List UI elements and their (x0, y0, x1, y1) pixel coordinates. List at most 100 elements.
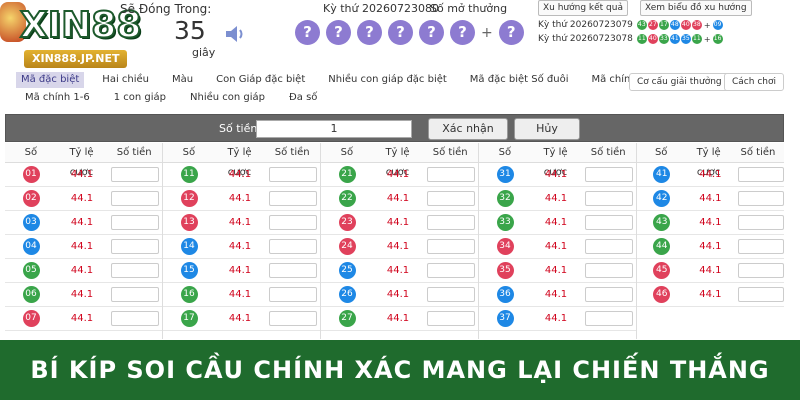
tab-3[interactable]: Con Giáp đặc biệt (211, 72, 310, 88)
amount-input[interactable] (427, 311, 475, 326)
tab-5[interactable]: Mã đặc biệt Số đuôi (465, 72, 574, 88)
number-ball[interactable]: 05 (22, 262, 40, 279)
number-ball[interactable]: 37 (496, 310, 514, 327)
amount-input[interactable] (738, 287, 784, 302)
table-row: 45 44.1 (637, 259, 784, 283)
number-ball[interactable]: 04 (22, 238, 40, 255)
amount-input[interactable] (585, 311, 633, 326)
payout-structure-button[interactable]: Cơ cấu giải thưởng (629, 73, 730, 91)
number-ball[interactable]: 36 (496, 286, 514, 303)
amount-input[interactable] (269, 191, 317, 206)
number-ball[interactable]: 17 (180, 310, 198, 327)
number-ball[interactable]: 35 (496, 262, 514, 279)
number-ball[interactable]: 12 (180, 190, 198, 207)
number-ball[interactable]: 41 (653, 166, 671, 183)
number-ball[interactable]: 14 (180, 238, 198, 255)
number-cell: 22 (321, 190, 373, 207)
amount-input[interactable] (427, 239, 475, 254)
number-ball[interactable]: 27 (338, 310, 356, 327)
table-row: 03 44.1 (5, 211, 162, 235)
table-row: 25 44.1 (321, 259, 478, 283)
plus-sign: + (703, 20, 711, 30)
amount-input[interactable] (111, 287, 159, 302)
table-row: 43 44.1 (637, 211, 784, 235)
countdown: Sẽ Đóng Trong: 35 giây (120, 2, 260, 62)
tab-2[interactable]: Màu (167, 72, 198, 88)
number-cell: 43 (637, 214, 687, 231)
amount-input[interactable] (585, 215, 633, 230)
confirm-bet-button[interactable]: Xác nhận cược (428, 118, 508, 155)
amount-input[interactable] (738, 263, 784, 278)
number-ball[interactable]: 02 (22, 190, 40, 207)
trend-result-button[interactable]: Xu hướng kết quả (538, 0, 628, 16)
number-ball[interactable]: 21 (338, 166, 356, 183)
tab-0[interactable]: Mã đặc biệt (16, 72, 85, 88)
number-ball[interactable]: 32 (496, 190, 514, 207)
amount-input[interactable] (111, 191, 159, 206)
odds-value: 44.1 (228, 265, 252, 276)
number-ball[interactable]: 15 (180, 262, 198, 279)
amount-input[interactable] (111, 215, 159, 230)
amount-input[interactable] (585, 167, 633, 182)
number-ball[interactable]: 01 (22, 166, 40, 183)
number-ball[interactable]: 26 (338, 286, 356, 303)
number-ball[interactable]: 07 (22, 310, 40, 327)
number-ball[interactable]: 42 (653, 190, 671, 207)
amount-input[interactable] (427, 263, 475, 278)
amount-input[interactable] (738, 215, 784, 230)
amount-input[interactable] (111, 311, 159, 326)
amount-input[interactable] (427, 287, 475, 302)
cancel-button[interactable]: Hủy (514, 118, 580, 140)
number-ball[interactable]: 13 (180, 214, 198, 231)
odds-value: 44.1 (70, 217, 94, 228)
number-ball[interactable]: 46 (653, 286, 671, 303)
amount-input[interactable] (738, 191, 784, 206)
amount-input[interactable] (585, 239, 633, 254)
tab2-2[interactable]: Nhiều con giáp (185, 90, 270, 106)
how-to-play-button[interactable]: Cách chơi (724, 73, 784, 91)
number-ball[interactable]: 33 (496, 214, 514, 231)
number-ball[interactable]: 31 (496, 166, 514, 183)
speaker-icon[interactable] (224, 24, 246, 44)
amount-input[interactable] (427, 167, 475, 182)
amount-input[interactable] (738, 167, 784, 182)
number-ball[interactable]: 23 (338, 214, 356, 231)
number-ball[interactable]: 11 (180, 166, 198, 183)
amount-input[interactable] (269, 311, 317, 326)
amount-input[interactable] (427, 191, 475, 206)
amount-input[interactable] (269, 167, 317, 182)
number-ball[interactable]: 22 (338, 190, 356, 207)
trend-chart-button[interactable]: Xem biểu đồ xu hướng (640, 0, 752, 16)
tab-4[interactable]: Nhiều con giáp đặc biệt (323, 72, 452, 88)
number-ball[interactable]: 03 (22, 214, 40, 231)
number-ball[interactable]: 45 (653, 262, 671, 279)
amount-input[interactable] (111, 167, 159, 182)
odds-value: 44.1 (544, 313, 568, 324)
number-cell: 24 (321, 238, 373, 255)
amount-input[interactable] (269, 287, 317, 302)
amount-input[interactable] (111, 239, 159, 254)
amount-input[interactable] (269, 239, 317, 254)
odds-value: 44.1 (699, 265, 722, 276)
number-ball[interactable]: 24 (338, 238, 356, 255)
tab-1[interactable]: Hai chiều (97, 72, 154, 88)
tab2-3[interactable]: Đa số (284, 90, 322, 106)
amount-input[interactable] (111, 263, 159, 278)
number-ball[interactable]: 25 (338, 262, 356, 279)
amount-input[interactable] (269, 215, 317, 230)
number-ball[interactable]: 43 (653, 214, 671, 231)
amount-input[interactable] (585, 191, 633, 206)
number-ball[interactable]: 16 (180, 286, 198, 303)
number-ball[interactable]: 44 (653, 238, 671, 255)
amount-input[interactable] (269, 263, 317, 278)
tab2-0[interactable]: Mã chính 1-6 (20, 90, 95, 106)
bet-amount-input[interactable]: 1 (256, 120, 412, 138)
number-ball[interactable]: 34 (496, 238, 514, 255)
amount-input[interactable] (738, 239, 784, 254)
amount-input[interactable] (585, 287, 633, 302)
tab2-1[interactable]: 1 con giáp (109, 90, 171, 106)
number-ball[interactable]: 06 (22, 286, 40, 303)
number-cell: 16 (163, 286, 215, 303)
amount-input[interactable] (585, 263, 633, 278)
amount-input[interactable] (427, 215, 475, 230)
